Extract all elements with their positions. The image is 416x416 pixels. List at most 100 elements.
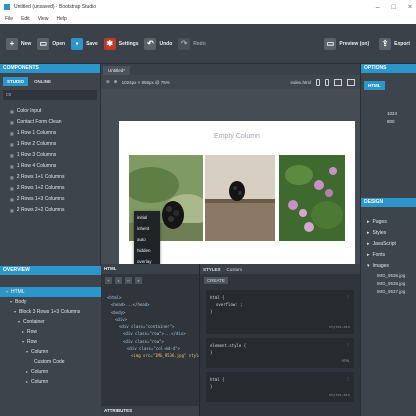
- image-file-item[interactable]: IMG_9539.jpg: [367, 280, 416, 288]
- more-icon[interactable]: ⋮: [346, 293, 350, 300]
- attributes-header[interactable]: ATTRIBUTES: [101, 406, 199, 416]
- image-blackberry-wood[interactable]: [205, 155, 275, 241]
- tree-node-row[interactable]: ▾ Row: [0, 337, 101, 347]
- design-item-javascript[interactable]: ▸ JavaScript: [367, 239, 416, 250]
- tree-node-html[interactable]: ▾ HTML: [0, 287, 101, 297]
- phone-landscape-icon[interactable]: [325, 78, 329, 86]
- right-sidebar: OPTIONS HTML 1024 800 DESIGN ▸ Pages ▸ Sty…: [360, 64, 416, 416]
- menu-item-hidden[interactable]: hidden: [134, 245, 160, 256]
- undo-button[interactable]: ↶ Undo: [144, 37, 172, 50]
- tree-node-custom-code[interactable]: Custom Code: [0, 357, 101, 367]
- menu-item-auto[interactable]: auto: [134, 234, 160, 245]
- zoom-in-icon[interactable]: ⊕: [114, 79, 118, 85]
- tree-node-block[interactable]: ▾ Block 3 Rows 1+3 Columns: [0, 307, 101, 317]
- menu-item-initial[interactable]: initial: [134, 212, 160, 223]
- search-icon[interactable]: ⌕: [135, 276, 142, 284]
- css-rule[interactable]: ⋮ html { } styles.min: [206, 372, 354, 402]
- new-button[interactable]: + New: [6, 37, 31, 50]
- more-icon[interactable]: ⋮: [346, 375, 350, 382]
- option-width[interactable]: 1024: [367, 110, 416, 118]
- menu-item-inherit[interactable]: inherit: [134, 223, 160, 234]
- html-panel: HTML + × ‹› ⌕ <html> <head>...</head> <b…: [101, 264, 206, 416]
- image-file-item[interactable]: IMG_9536.jpg: [367, 272, 416, 280]
- open-button[interactable]: ▭ Open: [37, 37, 65, 50]
- menu-help[interactable]: Help: [56, 16, 66, 22]
- maximize-icon[interactable]: □: [392, 4, 396, 11]
- phone-icon[interactable]: [316, 78, 320, 86]
- tablet-icon[interactable]: [334, 78, 342, 86]
- code-line[interactable]: <div class="row">: [107, 338, 199, 345]
- css-close: }: [210, 384, 213, 389]
- redo-icon: ↷: [178, 37, 191, 50]
- menu-view[interactable]: View: [38, 16, 49, 22]
- design-item-styles[interactable]: ▸ Styles: [367, 228, 416, 239]
- tab-online[interactable]: ONLINE: [30, 77, 55, 86]
- minimize-icon[interactable]: –: [376, 4, 380, 11]
- tree-node-column[interactable]: ▾ Column: [0, 347, 101, 357]
- tree-node-column[interactable]: ▸ Column: [0, 367, 101, 377]
- remove-icon[interactable]: ×: [115, 276, 122, 284]
- code-icon[interactable]: ‹›: [125, 276, 132, 284]
- list-item[interactable]: ▦ 1 Row 3 Columns: [10, 150, 100, 161]
- css-source: styles.min: [328, 325, 350, 329]
- list-item[interactable]: ▦ Color Input: [10, 106, 100, 117]
- document-tab[interactable]: Untitled*: [103, 66, 131, 75]
- tree-node-row[interactable]: ▸ Row: [0, 327, 101, 337]
- css-rule[interactable]: ⋮ element.style { } HTML: [206, 338, 354, 368]
- save-button[interactable]: ▪ Save: [71, 37, 98, 50]
- create-button[interactable]: CREATE: [204, 276, 228, 284]
- add-icon[interactable]: +: [105, 276, 112, 284]
- photo-blackberry-wood: [205, 155, 275, 241]
- tree-node-body[interactable]: ▾ Body: [0, 297, 101, 307]
- grid-icon: ▦: [10, 109, 14, 114]
- code-line[interactable]: <img src="IMG_9536.jpg" style=": [107, 352, 206, 359]
- photo-flowers: [279, 155, 345, 241]
- list-item[interactable]: ▦ 2 Rows 1+2 Columns: [10, 183, 100, 194]
- css-rule[interactable]: ⋮ html { overflow: ; } styles.min: [206, 290, 354, 334]
- code-line[interactable]: <div class="container">: [107, 323, 199, 330]
- image-file-item[interactable]: IMG_9537.jpg: [367, 288, 416, 296]
- title-bar: Untitled (unsaved) - Bootstrap Studio – …: [0, 0, 416, 14]
- redo-button[interactable]: ↷ Redo: [178, 37, 206, 50]
- tab-styles[interactable]: STYLES: [203, 267, 221, 272]
- design-item-images[interactable]: ▾ Images: [367, 261, 416, 272]
- list-item[interactable]: ▦ 2 Rows 1+1 Columns: [10, 172, 100, 183]
- current-file[interactable]: index.html: [290, 80, 311, 85]
- tree-node-column[interactable]: ▸ Column: [0, 377, 101, 387]
- css-declaration[interactable]: overflow: ;: [210, 301, 350, 308]
- code-line[interactable]: <head>...</head>: [107, 301, 199, 308]
- design-item-fonts[interactable]: ▸ Fonts: [367, 250, 416, 261]
- list-item[interactable]: ▦ 2 Rows 1+3 Columns: [10, 194, 100, 205]
- code-line[interactable]: <html>: [107, 294, 199, 301]
- export-button[interactable]: ⇪ Export: [379, 37, 410, 50]
- chevron-right-icon: ▸: [26, 379, 29, 384]
- tab-custom[interactable]: Custom: [227, 267, 243, 272]
- preview-button[interactable]: ▭ Preview (on): [324, 37, 369, 50]
- design-item-pages[interactable]: ▸ Pages: [367, 217, 416, 228]
- menu-file[interactable]: File: [5, 16, 13, 22]
- css-close: }: [210, 350, 213, 355]
- list-item[interactable]: ▦ 1 Row 1 Columns: [10, 128, 100, 139]
- options-header: OPTIONS: [361, 64, 416, 73]
- code-line[interactable]: <body>: [107, 309, 199, 316]
- code-line[interactable]: <div class="col-md-4">: [107, 345, 199, 352]
- code-line[interactable]: <div class="row">...</div>: [107, 330, 199, 337]
- tab-html-options[interactable]: HTML: [364, 81, 385, 90]
- option-height[interactable]: 800: [367, 118, 416, 126]
- overview-tree: ▾ HTML ▾ Body ▾ Block 3 Rows 1+3 Columns ▾ C…: [0, 275, 101, 387]
- list-item[interactable]: ▦ 1 Row 2 Columns: [10, 139, 100, 150]
- list-item[interactable]: ▦ 1 Row 4 Columns: [10, 161, 100, 172]
- tree-node-container[interactable]: ▾ Container: [0, 317, 101, 327]
- menu-edit[interactable]: Edit: [21, 16, 30, 22]
- tab-studio[interactable]: STUDIO: [3, 77, 29, 86]
- desktop-icon[interactable]: [347, 78, 355, 86]
- settings-button[interactable]: ✱ Settings: [103, 37, 138, 50]
- close-icon[interactable]: ×: [408, 4, 412, 11]
- list-item[interactable]: ▦ 2 Rows 2+2 Columns: [10, 205, 100, 216]
- zoom-out-icon[interactable]: ⊖: [106, 79, 110, 85]
- component-search-input[interactable]: co: [3, 90, 97, 100]
- image-flowers[interactable]: [279, 155, 345, 241]
- list-item[interactable]: ▦ Contact Form Clean: [10, 117, 100, 128]
- code-line[interactable]: <div>: [107, 316, 199, 323]
- more-icon[interactable]: ⋮: [346, 341, 350, 348]
